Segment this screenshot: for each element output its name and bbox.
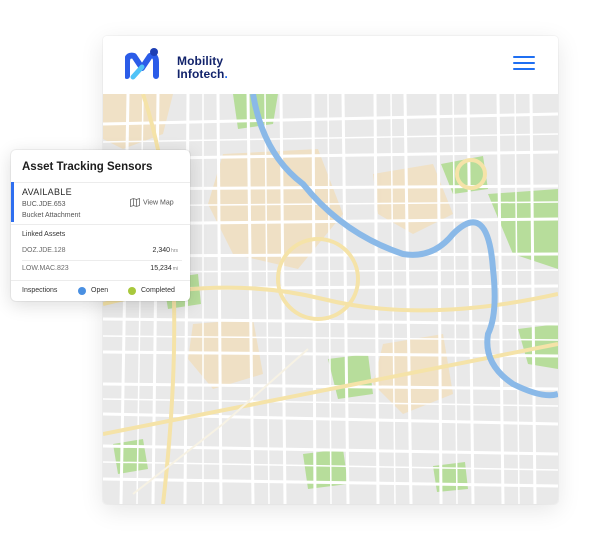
linked-assets-heading: Linked Assets [22, 231, 66, 238]
linked-asset-value: 2,340hrs [153, 247, 178, 254]
completed-label[interactable]: Completed [141, 287, 175, 294]
divider [11, 224, 190, 225]
completed-status-icon [128, 287, 136, 295]
open-label[interactable]: Open [91, 287, 108, 294]
asset-status: AVAILABLE [22, 187, 72, 197]
value-unit: hrs [171, 248, 178, 254]
hamburger-menu-icon[interactable] [513, 56, 535, 72]
value-number: 2,340 [152, 247, 171, 254]
map-icon [130, 197, 140, 208]
asset-name: Bucket Attachment [22, 212, 81, 219]
top-navigation-bar: Mobility Infotech. [103, 36, 558, 95]
brand-line-2: Infotech [177, 67, 225, 81]
divider [11, 280, 190, 281]
asset-tracking-card: Asset Tracking Sensors AVAILABLE BUC.JDE… [11, 150, 190, 301]
view-map-label: View Map [143, 199, 174, 207]
brand-dot: . [224, 67, 228, 81]
divider [11, 182, 190, 183]
asset-id: BUC.JDE.653 [22, 201, 66, 208]
value-unit: mi [172, 266, 178, 272]
divider [22, 260, 182, 261]
view-map-link[interactable]: View Map [130, 197, 174, 208]
linked-asset-id: DOZ.JDE.128 [22, 247, 66, 254]
selected-indicator [11, 182, 14, 222]
mobility-infotech-logo[interactable] [125, 46, 159, 84]
inspections-label: Inspections [22, 287, 58, 294]
value-number: 15,234 [150, 265, 172, 272]
card-title: Asset Tracking Sensors [22, 161, 153, 173]
open-status-icon [78, 287, 86, 295]
linked-asset-id: LOW.MAC.823 [22, 265, 69, 272]
linked-asset-value: 15,234mi [150, 265, 178, 272]
brand-name: Mobility Infotech. [177, 55, 228, 81]
